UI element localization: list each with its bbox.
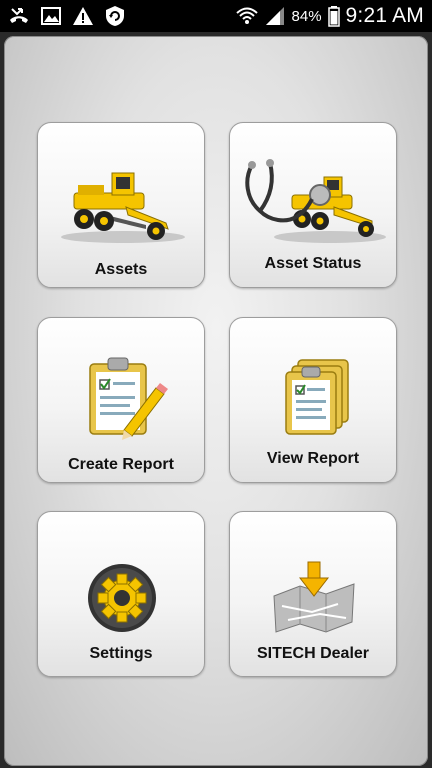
- shield-refresh-icon: [106, 6, 124, 26]
- assets-button[interactable]: Assets: [37, 122, 205, 288]
- wifi-icon: [235, 7, 258, 24]
- clipboard-stack-icon: [285, 359, 349, 435]
- battery-icon: [327, 6, 340, 27]
- battery-percent: 84%: [291, 7, 322, 25]
- asset-status-button[interactable]: Asset Status: [229, 122, 397, 288]
- sitech-dealer-label: SITECH Dealer: [256, 645, 370, 662]
- settings-button[interactable]: Settings: [37, 511, 205, 677]
- status-bar: 84% 9:21 AM: [0, 0, 432, 32]
- warning-icon: [73, 7, 93, 25]
- assets-label: Assets: [94, 261, 148, 278]
- settings-label: Settings: [89, 645, 153, 662]
- sitech-dealer-button[interactable]: SITECH Dealer: [229, 511, 397, 677]
- create-report-label: Create Report: [68, 456, 174, 473]
- notification-icons: [8, 5, 126, 27]
- stethoscope-grader-icon: [245, 159, 386, 243]
- grader-icon: [61, 172, 185, 243]
- app-frame: Assets Asset Status Create Report View R…: [0, 32, 432, 768]
- view-report-button[interactable]: View Report: [229, 317, 397, 483]
- image-icon: [41, 7, 61, 25]
- view-report-label: View Report: [266, 450, 360, 467]
- menu-panel: Assets Asset Status Create Report View R…: [4, 36, 428, 766]
- map-pin-icon: [273, 561, 355, 633]
- create-report-button[interactable]: Create Report: [37, 317, 205, 483]
- gear-icon: [88, 564, 156, 632]
- clock: 9:21 AM: [345, 4, 424, 27]
- missed-call-icon: [10, 8, 28, 23]
- clipboard-pencil-icon: [89, 357, 168, 440]
- asset-status-label: Asset Status: [264, 255, 362, 272]
- cell-signal-icon: [265, 7, 284, 25]
